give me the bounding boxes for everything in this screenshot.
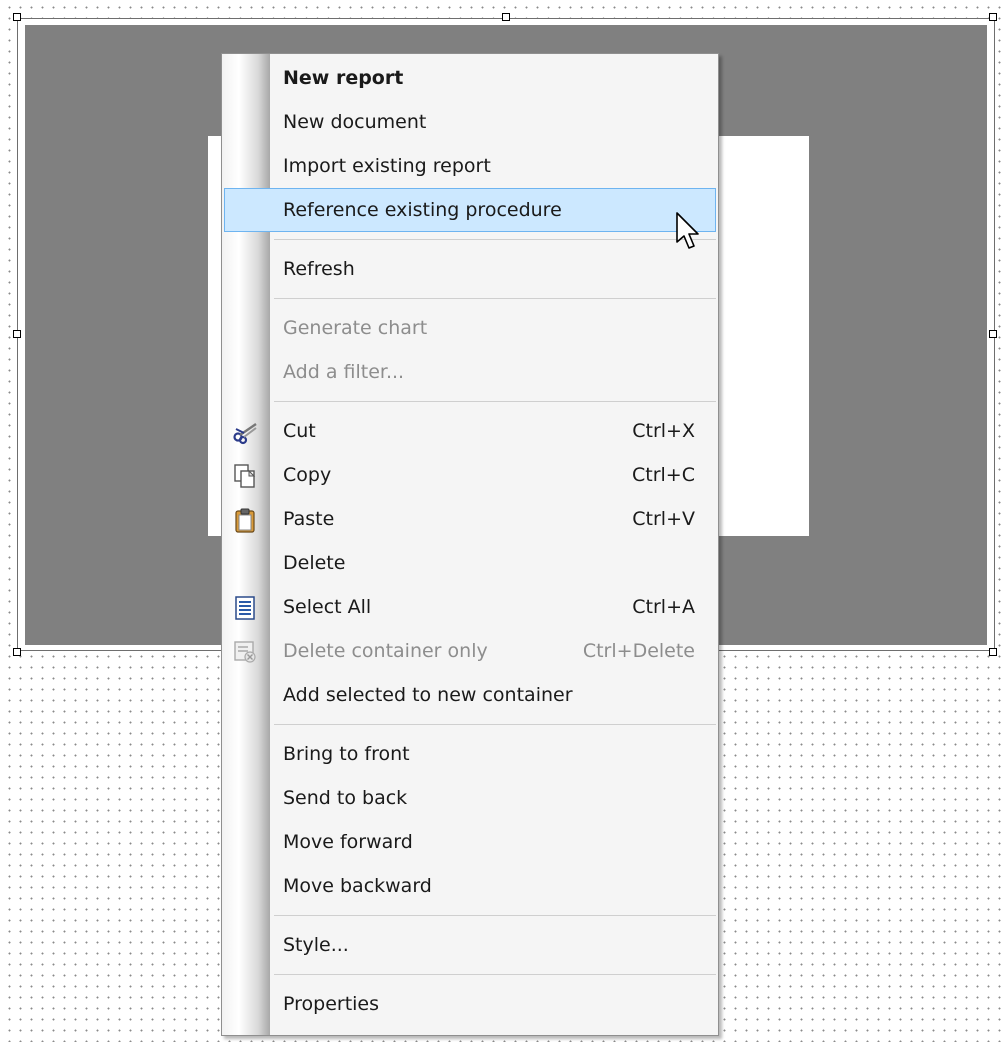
menu-item-label: Add selected to new container	[283, 684, 573, 706]
mouse-pointer-icon	[676, 212, 699, 249]
menu-separator	[222, 232, 718, 247]
menu-separator	[222, 967, 718, 982]
menu-item-label: Paste	[283, 508, 335, 530]
menu-item-label: Send to back	[283, 787, 408, 809]
menu-item-cut[interactable]: Cut Ctrl+X	[222, 409, 718, 453]
copy-icon	[234, 464, 256, 488]
menu-item-add-selected-to-new-container[interactable]: Add selected to new container	[222, 673, 718, 717]
menu-separator	[222, 908, 718, 923]
menu-item-shortcut: Ctrl+Delete	[582, 640, 695, 662]
menu-item-label: Delete	[283, 552, 346, 574]
menu-item-generate-chart[interactable]: Generate chart	[222, 306, 718, 350]
context-menu: New report New document Import existing …	[221, 53, 719, 1036]
menu-item-label: Style...	[283, 934, 349, 956]
menu-item-add-filter[interactable]: Add a filter...	[222, 350, 718, 394]
menu-item-shortcut: Ctrl+V	[632, 508, 695, 530]
menu-item-shortcut: Ctrl+A	[632, 596, 695, 618]
menu-item-delete[interactable]: Delete	[222, 541, 718, 585]
menu-item-refresh[interactable]: Refresh	[222, 247, 718, 291]
menu-item-copy[interactable]: Copy Ctrl+C	[222, 453, 718, 497]
menu-item-delete-container-only[interactable]: Delete container only Ctrl+Delete	[222, 629, 718, 673]
scissors-icon	[233, 423, 257, 445]
menu-item-label: Generate chart	[283, 317, 428, 339]
menu-item-new-report[interactable]: New report	[222, 56, 718, 100]
resize-handle-middle-right[interactable]	[989, 330, 997, 338]
menu-item-label: Move forward	[283, 831, 413, 853]
menu-item-label: Cut	[283, 420, 316, 442]
menu-item-bring-to-front[interactable]: Bring to front	[222, 732, 718, 776]
menu-item-label: New document	[283, 111, 427, 133]
menu-item-send-to-back[interactable]: Send to back	[222, 776, 718, 820]
menu-item-select-all[interactable]: Select All Ctrl+A	[222, 585, 718, 629]
menu-item-label: Refresh	[283, 258, 355, 280]
menu-item-shortcut: Ctrl+C	[632, 464, 695, 486]
container-icon	[234, 641, 256, 663]
menu-item-paste[interactable]: Paste Ctrl+V	[222, 497, 718, 541]
menu-item-label: Move backward	[283, 875, 432, 897]
menu-item-label: Copy	[283, 464, 332, 486]
menu-item-label: New report	[283, 67, 404, 89]
menu-item-label: Select All	[283, 596, 372, 618]
menu-item-move-forward[interactable]: Move forward	[222, 820, 718, 864]
menu-separator	[222, 717, 718, 732]
menu-item-new-document[interactable]: New document	[222, 100, 718, 144]
menu-item-move-backward[interactable]: Move backward	[222, 864, 718, 908]
menu-item-import-existing-report[interactable]: Import existing report	[222, 144, 718, 188]
resize-handle-bottom-left[interactable]	[13, 648, 21, 656]
resize-handle-top-center[interactable]	[502, 13, 510, 21]
menu-separator	[222, 394, 718, 409]
menu-item-label: Delete container only	[283, 640, 488, 662]
menu-item-label: Properties	[283, 993, 380, 1015]
menu-item-label: Import existing report	[283, 155, 491, 177]
menu-separator	[222, 291, 718, 306]
menu-item-label: Reference existing procedure	[283, 199, 562, 221]
menu-item-shortcut: Ctrl+X	[632, 420, 695, 442]
resize-handle-top-left[interactable]	[13, 13, 21, 21]
resize-handle-top-right[interactable]	[989, 13, 997, 21]
resize-handle-bottom-right[interactable]	[989, 648, 997, 656]
menu-item-label: Bring to front	[283, 743, 410, 765]
menu-item-label: Add a filter...	[283, 361, 405, 383]
menu-item-reference-existing-procedure[interactable]: Reference existing procedure	[224, 188, 716, 232]
resize-handle-middle-left[interactable]	[13, 330, 21, 338]
menu-item-properties[interactable]: Properties	[222, 982, 718, 1026]
clipboard-icon	[235, 508, 255, 533]
document-icon	[235, 596, 255, 620]
menu-item-style[interactable]: Style...	[222, 923, 718, 967]
